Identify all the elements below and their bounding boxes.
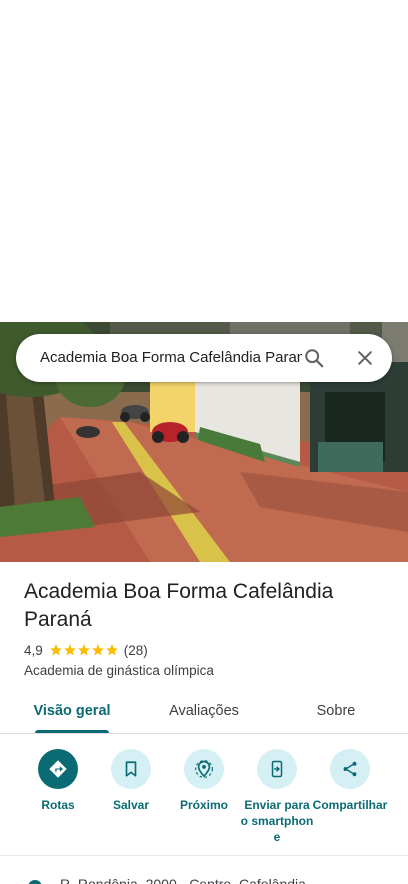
star-rating [49, 643, 119, 657]
nearby-button-circle [184, 749, 224, 789]
search-input[interactable]: Academia Boa Forma Cafelândia Paraná [40, 348, 302, 368]
tab-overview[interactable]: Visão geral [22, 696, 122, 734]
share-button[interactable]: Compartilhar [312, 749, 388, 813]
directions-button-circle [38, 749, 78, 789]
share-button-circle [330, 749, 370, 789]
share-icon [343, 761, 357, 777]
place-category: Academia de ginástica olímpica [24, 663, 214, 678]
directions-label: Rotas [41, 798, 75, 812]
bookmark-icon [125, 761, 137, 777]
send-to-phone-button-circle [257, 749, 297, 789]
directions-icon [49, 760, 67, 778]
review-count: (28) [123, 642, 148, 658]
save-button[interactable]: Salvar [93, 749, 169, 813]
star-icon [63, 644, 76, 656]
star-icon [91, 644, 104, 656]
rating-row[interactable]: 4,9 (28) [24, 641, 148, 659]
tab-about[interactable]: Sobre [296, 696, 376, 734]
search-bar[interactable]: Academia Boa Forma Cafelândia Paraná [16, 334, 392, 382]
clear-search-button[interactable] [351, 344, 379, 372]
active-tab-indicator [35, 730, 109, 733]
save-button-circle [111, 749, 151, 789]
star-icon [105, 644, 118, 656]
map-blank-area [0, 0, 408, 322]
send-to-phone-button[interactable]: Enviar para o smartphone [239, 749, 315, 845]
directions-button[interactable]: Rotas [20, 749, 96, 813]
address-text[interactable]: R. Rondônia, 2000 - Centro, Cafelândia [60, 876, 306, 884]
section-divider [0, 855, 408, 856]
star-icon [77, 644, 90, 656]
close-icon [358, 351, 372, 365]
share-label: Compartilhar [312, 798, 388, 812]
place-title: Academia Boa Forma Cafelândia Paraná [24, 580, 334, 631]
send-to-phone-icon [271, 760, 283, 778]
nearby-icon [195, 760, 213, 778]
save-label: Salvar [112, 798, 150, 812]
nearby-button[interactable]: Próximo [166, 749, 242, 813]
search-button[interactable] [300, 344, 328, 372]
place-tabs: Visão geral Avaliações Sobre [0, 696, 408, 734]
rating-value: 4,9 [24, 642, 43, 658]
search-icon [305, 349, 324, 368]
tab-reviews[interactable]: Avaliações [154, 696, 254, 734]
nearby-label: Próximo [179, 798, 228, 812]
location-pin-icon [28, 880, 42, 884]
star-icon [49, 644, 62, 656]
send-to-phone-label: Enviar para o smartphone [240, 798, 314, 844]
